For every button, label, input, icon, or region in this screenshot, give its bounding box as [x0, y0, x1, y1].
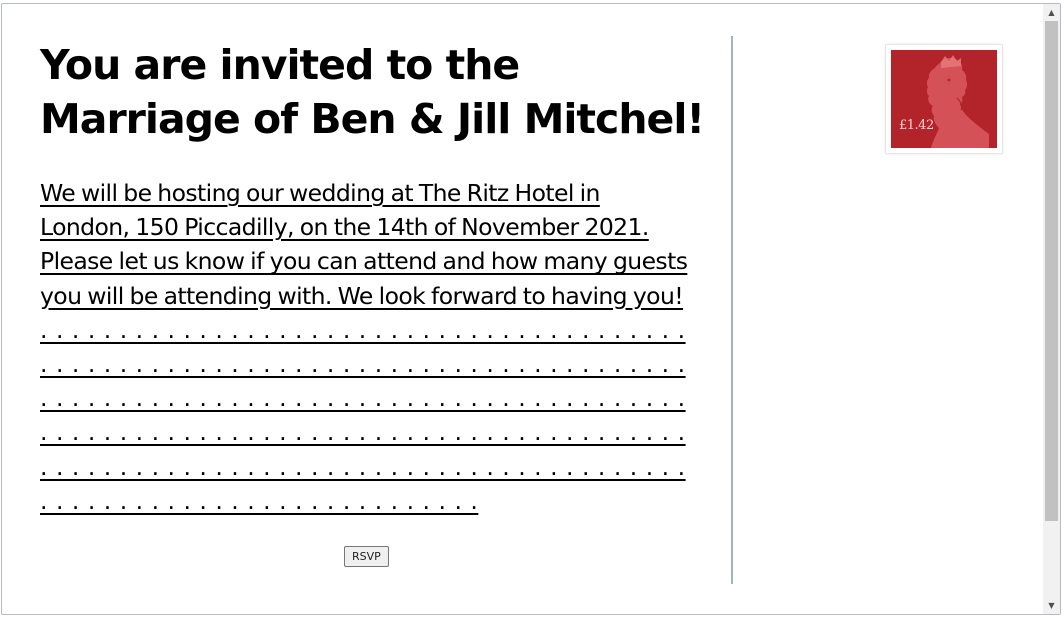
queen-silhouette-icon — [926, 55, 989, 148]
message-panel: You are invited to the Marriage of Ben &… — [40, 38, 720, 518]
scrollbar-thumb[interactable] — [1045, 21, 1058, 521]
vertical-scrollbar[interactable]: ▲ ▼ — [1043, 4, 1060, 614]
invitation-title: You are invited to the Marriage of Ben &… — [40, 41, 705, 143]
postcard-divider — [731, 36, 733, 584]
stamp-value: £1.42 — [899, 118, 934, 133]
message-dots: . . . . . . . . . . . . . . . . . . . . … — [40, 315, 686, 515]
browser-viewport: You are invited to the Marriage of Ben &… — [1, 3, 1061, 615]
postcard: You are invited to the Marriage of Ben &… — [2, 4, 1043, 614]
postage-stamp: £1.42 — [886, 45, 1002, 153]
message-text: We will be hosting our wedding at The Ri… — [40, 179, 688, 310]
rsvp-button[interactable]: RSVP — [344, 546, 389, 567]
invitation-message: We will be hosting our wedding at The Ri… — [40, 176, 692, 518]
scroll-down-arrow-icon[interactable]: ▼ — [1043, 597, 1060, 614]
stamp-face: £1.42 — [891, 50, 997, 148]
scroll-up-arrow-icon[interactable]: ▲ — [1043, 4, 1060, 21]
rsvp-container: RSVP — [344, 545, 389, 567]
